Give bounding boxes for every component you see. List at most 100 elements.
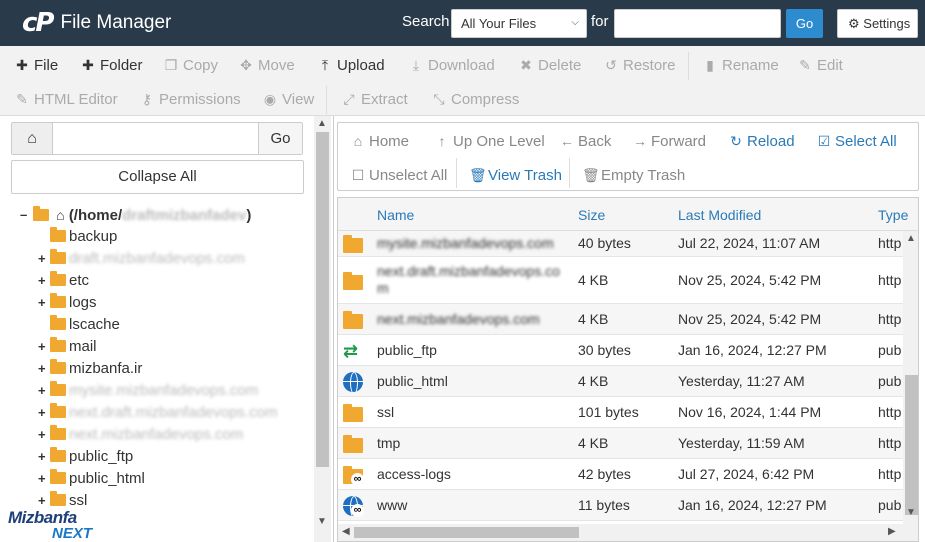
table-row[interactable]: public_html 4 KB Yesterday, 11:27 AM pub [338,366,903,397]
scroll-up-icon[interactable]: ▲ [906,233,916,244]
file-name[interactable]: tmp [377,435,400,452]
new-folder-button[interactable]: ✚ Folder [80,55,142,75]
expand-toggle-icon[interactable]: + [38,468,48,490]
tree-scrollbar-thumb[interactable] [316,132,329,467]
table-row[interactable]: mysite.mizbanfadevops.com 40 bytes Jul 22,… [338,231,903,257]
tree-item[interactable]: + mysite.mizbanfadevops.com [0,380,312,402]
html-editor-button[interactable]: ✎ HTML Editor [14,89,118,109]
expand-toggle-icon[interactable]: + [38,248,48,270]
table-vertical-scrollbar[interactable]: ▲ ▼ [903,231,918,541]
empty-trash-label: Empty Trash [601,167,686,184]
scroll-right-icon[interactable]: ▶ [888,526,896,537]
file-name[interactable]: www [377,497,407,514]
select-all-button[interactable]: ☑ Select All [816,131,897,152]
file-name[interactable]: public_ftp [377,342,437,359]
settings-button[interactable]: ⚙ Settings [837,9,918,38]
folder-icon [343,403,363,422]
search-go-button[interactable]: Go [786,9,823,38]
tree-item[interactable]: + mizbanfa.ir [0,358,312,380]
column-size-header[interactable]: Size [578,207,605,223]
file-name[interactable]: next.draft.mizbanfadevops.co m [377,263,560,297]
extract-button[interactable]: ⤢ Extract [341,89,407,109]
copy-button[interactable]: ❐ Copy [163,55,218,75]
expand-toggle-icon[interactable]: + [38,424,48,446]
unselect-all-button[interactable]: ☐ Unselect All [350,165,448,186]
view-trash-button[interactable]: 🗑View Trash [469,165,562,186]
tree-item[interactable]: + public_html [0,468,312,490]
file-name[interactable]: access-logs [377,466,451,483]
table-row[interactable]: next.mizbanfadevops.com 4 KB Nov 25, 2024,… [338,304,903,335]
tree-item[interactable]: + mail [0,336,312,358]
forward-button[interactable]: → Forward [632,131,706,152]
delete-button[interactable]: ✖ Delete [518,55,581,75]
collapse-toggle-icon[interactable]: – [20,204,30,226]
tree-item[interactable]: + draft.mizbanfadevops.com [0,248,312,270]
move-button[interactable]: ✥ Move [238,55,295,75]
compress-button[interactable]: ⤡ Compress [431,89,519,109]
view-button[interactable]: ◉ View [262,89,314,109]
rename-button[interactable]: ▮ Rename [702,55,779,75]
scroll-down-icon[interactable]: ▼ [317,516,327,527]
up-one-level-button[interactable]: ↑ Up One Level [434,131,545,152]
upload-button[interactable]: ⤒ Upload [317,55,385,75]
expand-toggle-icon[interactable]: + [38,358,48,380]
restore-button[interactable]: ↺ Restore [603,55,675,75]
scroll-left-icon[interactable]: ◀ [342,526,350,537]
tree-scrollbar[interactable]: ▲ ▼ [314,116,331,542]
tree-item[interactable]: + public_ftp [0,446,312,468]
tree-root[interactable]: – ⌂ (/home/draftmizbanfadev) [0,204,312,226]
tree-item[interactable]: + etc [0,270,312,292]
table-row[interactable]: ssl 101 bytes Nov 16, 2024, 1:44 PM http [338,397,903,428]
table-scrollbar-thumb[interactable] [905,375,918,515]
column-type-header[interactable]: Type [878,207,908,223]
expand-toggle-icon[interactable]: + [38,402,48,424]
download-button[interactable]: ⤓ Download [408,55,495,75]
expand-toggle-icon[interactable]: + [38,380,48,402]
table-row[interactable]: ⇄ public_ftp 30 bytes Jan 16, 2024, 12:27 P… [338,335,903,366]
file-name[interactable]: ssl [377,404,394,421]
tree-item[interactable]: + next.mizbanfadevops.com [0,424,312,446]
expand-toggle-icon[interactable]: + [38,292,48,314]
table-row[interactable]: ∞ www 11 bytes Jan 16, 2024, 12:27 PM pub [338,490,903,521]
path-input[interactable] [54,123,259,154]
compress-icon: ⤡ [433,91,445,107]
expand-toggle-icon[interactable]: + [38,446,48,468]
cpanel-logo[interactable]: cP File Manager [22,8,171,38]
file-name[interactable]: mysite.mizbanfadevops.com [377,235,554,252]
table-hscroll-thumb[interactable] [354,527,579,538]
home-button[interactable]: ⌂ Home [350,131,409,152]
file-name[interactable]: next.mizbanfadevops.com [377,311,540,328]
scroll-up-icon[interactable]: ▲ [317,118,327,129]
search-input[interactable] [614,9,781,38]
expand-toggle-icon[interactable]: + [38,336,48,358]
path-go-button[interactable]: Go [258,123,302,154]
scroll-down-icon[interactable]: ▼ [906,507,916,518]
search-scope-select[interactable]: All Your Files ⌵ [451,9,587,38]
collapse-all-button[interactable]: Collapse All [11,160,304,194]
edit-button[interactable]: ✎ Edit [797,55,843,75]
back-button[interactable]: ← Back [559,131,611,152]
tree-item[interactable]: + logs [0,292,312,314]
new-file-button[interactable]: ✚ File [14,55,58,75]
table-horizontal-scrollbar[interactable]: ◀ ▶ [338,524,903,541]
file-name-line: mysite.mizbanfadevops.com [377,235,554,251]
html-editor-label: HTML Editor [34,91,118,108]
top-header: cP File Manager Search All Your Files ⌵ … [0,0,925,46]
tree-item[interactable]: + next.draft.mizbanfadevops.com [0,402,312,424]
column-modified-header[interactable]: Last Modified [678,207,761,223]
table-row[interactable]: next.draft.mizbanfadevops.co m 4 KB Nov 25,… [338,257,903,304]
tree-item[interactable]: lscache [0,314,312,336]
tree-root-label: (/home/ [68,207,123,224]
copy-icon: ❐ [164,57,178,73]
column-name-header[interactable]: Name [377,207,414,223]
tree-item[interactable]: backup [0,226,312,248]
expand-toggle-icon[interactable]: + [38,270,48,292]
file-type: pub [878,372,902,389]
permissions-button[interactable]: ⚷ Permissions [139,89,241,109]
table-row[interactable]: ∞ access-logs 42 bytes Jul 27, 2024, 6:42 P… [338,459,903,490]
reload-button[interactable]: ↻ Reload [728,131,794,152]
empty-trash-button[interactable]: 🗑Empty Trash [582,165,685,186]
table-row[interactable]: tmp 4 KB Yesterday, 11:59 AM http [338,428,903,459]
home-icon[interactable]: ⌂ [12,123,53,154]
file-name[interactable]: public_html [377,373,448,390]
